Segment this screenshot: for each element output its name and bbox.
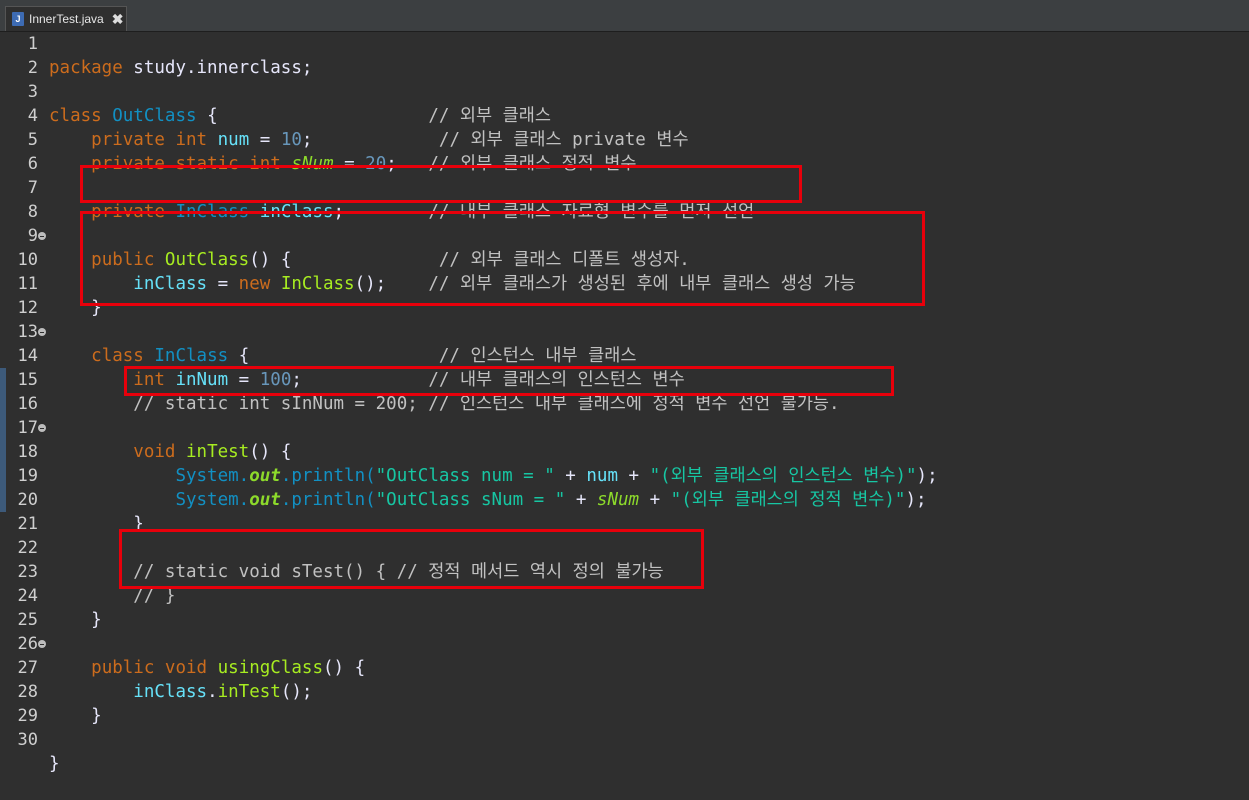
code-editor[interactable]: 1 2 3 4 5 6 7 8 9 10 11 12 13 14 15 16 17 18 19 20 21 22 23 24 2… [0, 32, 1249, 774]
brace: } [91, 610, 102, 630]
line-number-row: 29 [0, 704, 1249, 728]
keyword: package [49, 58, 123, 78]
tab-inner-test-java[interactable]: J InnerTest.java ✖ [5, 6, 127, 31]
package-name: study.innerclass; [122, 58, 313, 78]
highlight-box [80, 165, 802, 203]
java-file-icon: J [12, 12, 24, 26]
code-line: package study.innerclass; [0, 32, 1249, 78]
code-line: } [0, 680, 1249, 726]
code-line: void inTest() { [0, 416, 1249, 462]
code-line: int inNum = 100; // 내부 클래스의 인스턴스 변수 [0, 344, 1249, 390]
code-line: class OutClass { // 외부 클래스 [0, 80, 1249, 126]
close-icon[interactable]: ✖ [112, 11, 124, 28]
code-line: public void usingClass() { [0, 632, 1249, 678]
code-line: } [0, 728, 1249, 774]
brace: } [91, 706, 102, 726]
highlight-box [124, 366, 894, 396]
code-line: inClass.inTest(); [0, 656, 1249, 702]
code-line: class InClass { // 인스턴스 내부 클래스 [0, 320, 1249, 366]
code-line: System.out.println("OutClass sNum = " + … [0, 464, 1249, 510]
brace: } [49, 754, 60, 774]
highlight-box [80, 211, 925, 306]
code-line: private int num = 10; // 외부 클래스 private … [0, 104, 1249, 150]
editor-tab-bar: J InnerTest.java ✖ [0, 0, 1249, 32]
code-line: private static int sNum = 20; // 외부 클래스 … [0, 128, 1249, 174]
code-line: } [0, 488, 1249, 534]
comment: // static int sInNum = 200; // 인스턴스 내부 클… [133, 394, 840, 414]
code-line: System.out.println("OutClass num = " + n… [0, 440, 1249, 486]
tab-title: InnerTest.java [29, 12, 104, 26]
highlight-box [119, 529, 704, 589]
line-number-row: 25 [0, 608, 1249, 632]
